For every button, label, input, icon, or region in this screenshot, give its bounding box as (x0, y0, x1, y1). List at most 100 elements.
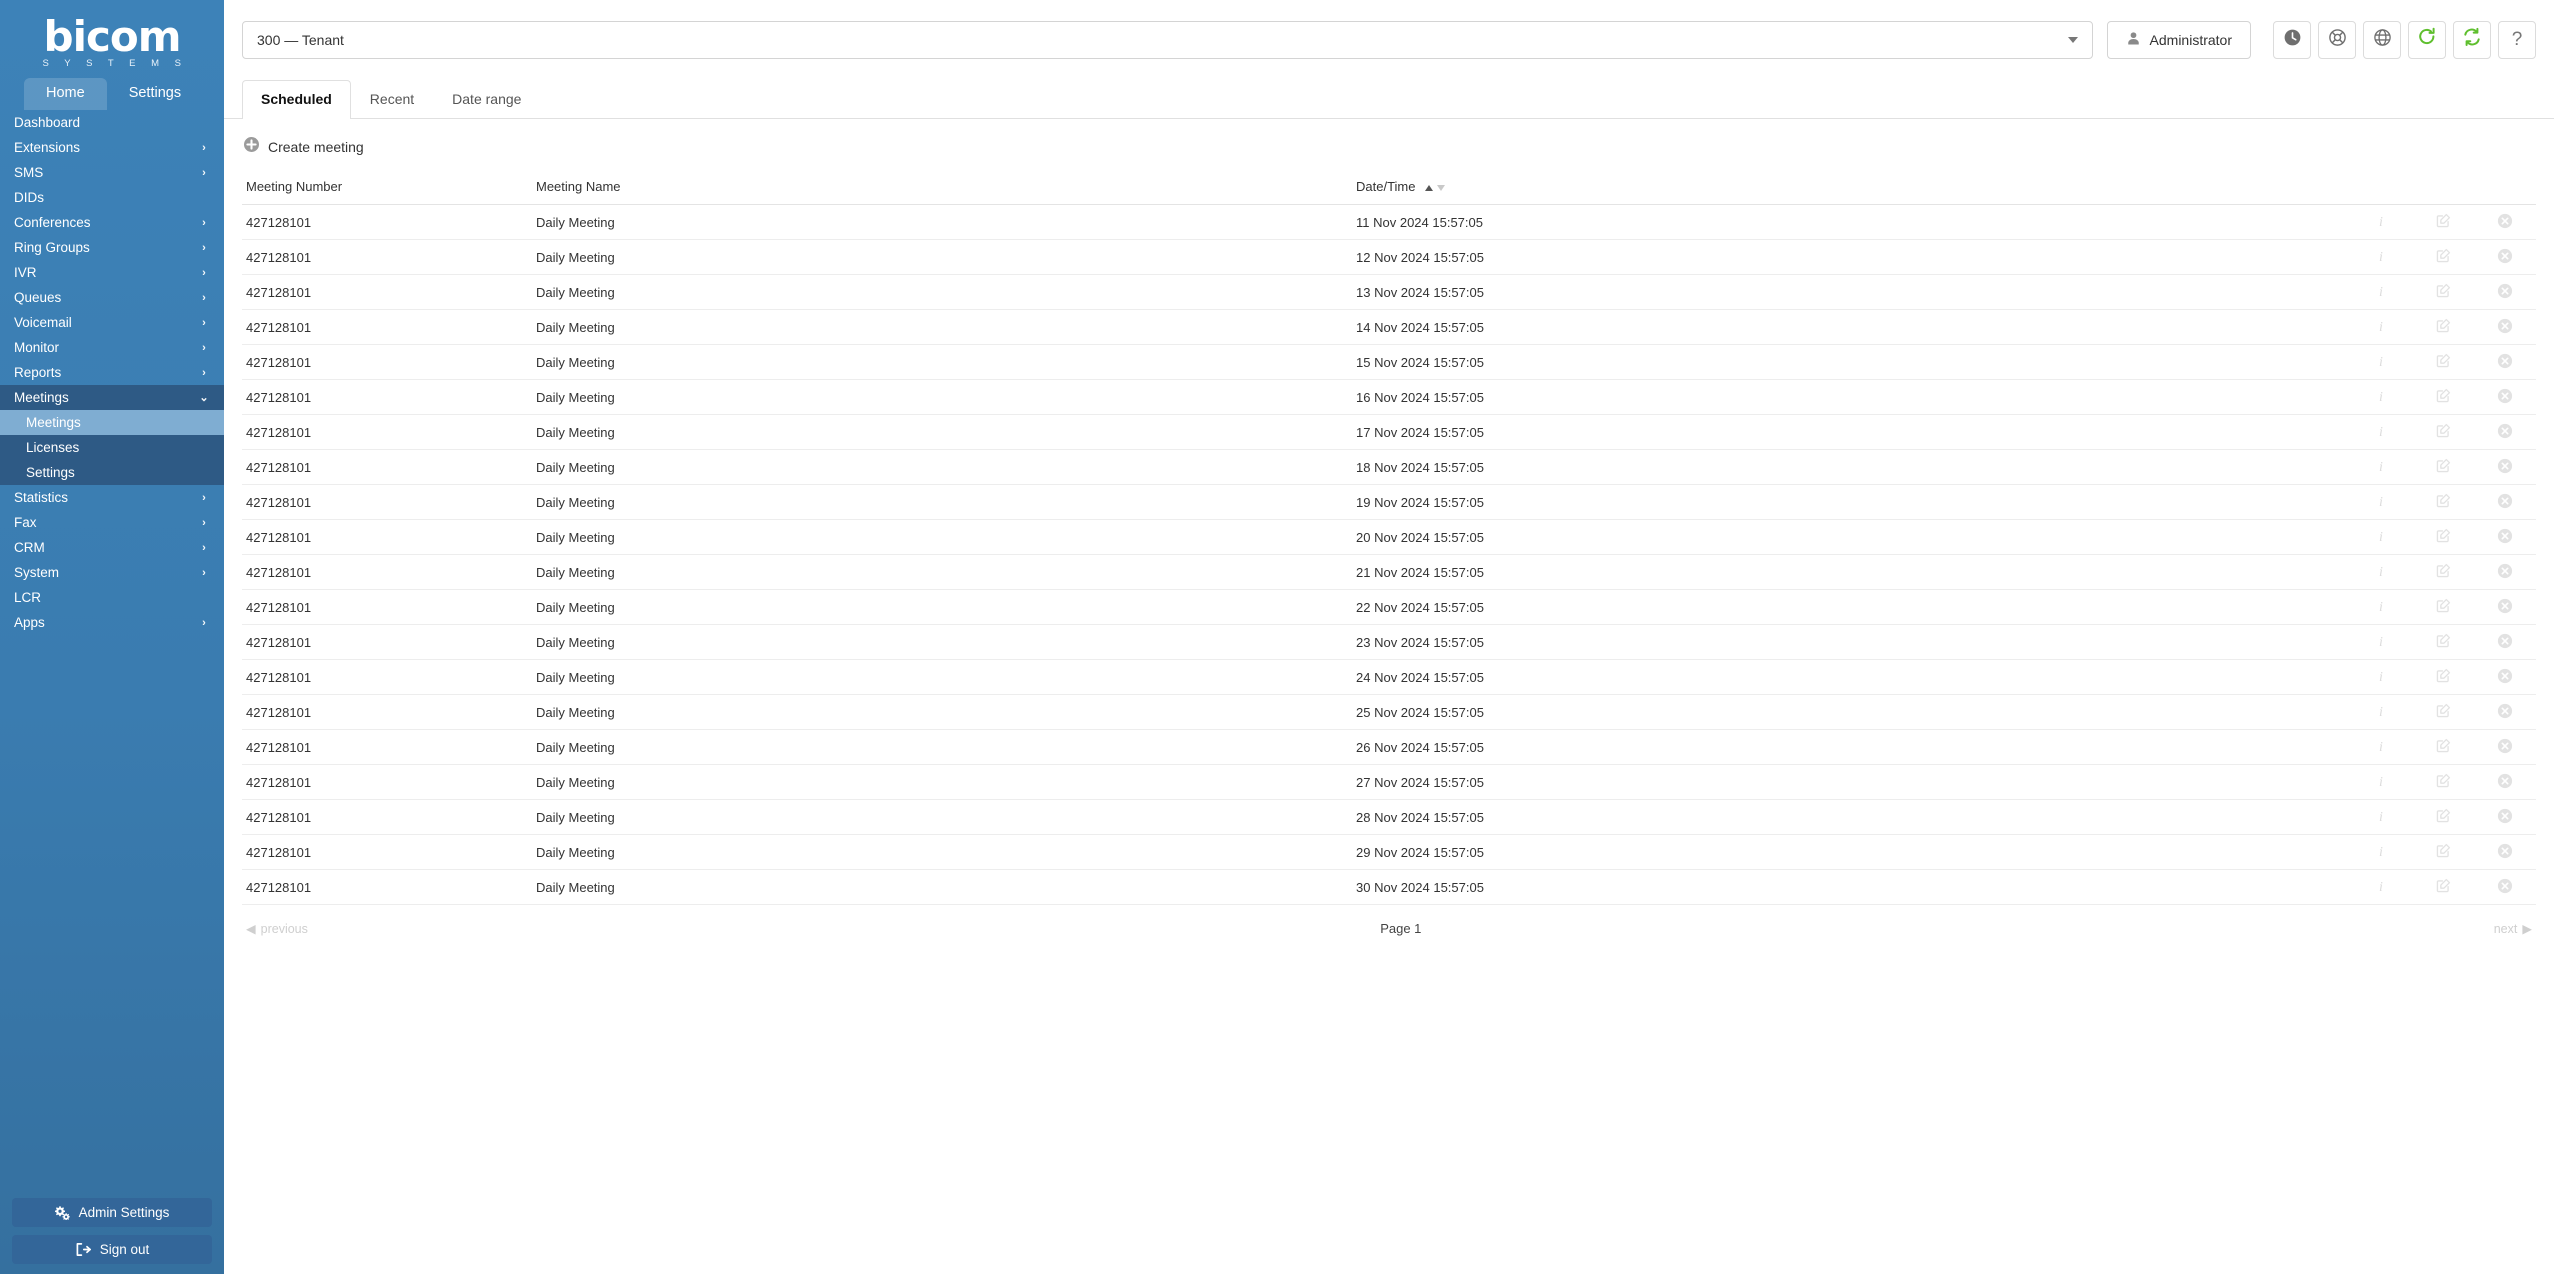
cell-info-action[interactable]: i (2350, 869, 2412, 905)
delete-icon[interactable] (2497, 633, 2513, 649)
cell-info-action[interactable]: i (2350, 239, 2412, 275)
sidebar-item-extensions[interactable]: Extensions › (0, 135, 224, 160)
cell-edit-action[interactable] (2412, 309, 2474, 345)
delete-icon[interactable] (2497, 773, 2513, 789)
edit-icon[interactable] (2436, 388, 2451, 403)
table-row[interactable]: 427128101 Daily Meeting 26 Nov 2024 15:57:… (242, 729, 2536, 765)
edit-icon[interactable] (2436, 738, 2451, 753)
cell-info-action[interactable]: i (2350, 449, 2412, 485)
table-row[interactable]: 427128101 Daily Meeting 17 Nov 2024 15:57:… (242, 414, 2536, 450)
table-row[interactable]: 427128101 Daily Meeting 11 Nov 2024 15:57:… (242, 204, 2536, 240)
sidebar-item-monitor[interactable]: Monitor › (0, 335, 224, 360)
info-icon[interactable]: i (2379, 880, 2383, 896)
delete-icon[interactable] (2497, 528, 2513, 544)
edit-icon[interactable] (2436, 423, 2451, 438)
delete-icon[interactable] (2497, 703, 2513, 719)
info-icon[interactable]: i (2379, 320, 2383, 336)
delete-icon[interactable] (2497, 738, 2513, 754)
tab-recent[interactable]: Recent (351, 80, 433, 119)
info-icon[interactable]: i (2379, 530, 2383, 546)
sort-ascending-icon[interactable] (1425, 184, 1434, 191)
sidebar-item-system[interactable]: System › (0, 560, 224, 585)
delete-icon[interactable] (2497, 458, 2513, 474)
delete-icon[interactable] (2497, 808, 2513, 824)
info-icon[interactable]: i (2379, 845, 2383, 861)
cell-edit-action[interactable] (2412, 589, 2474, 625)
cell-delete-action[interactable] (2474, 484, 2536, 520)
delete-icon[interactable] (2497, 423, 2513, 439)
info-icon[interactable]: i (2379, 215, 2383, 231)
info-icon[interactable]: i (2379, 390, 2383, 406)
delete-icon[interactable] (2497, 283, 2513, 299)
delete-icon[interactable] (2497, 668, 2513, 684)
cell-edit-action[interactable] (2412, 869, 2474, 905)
sidebar-item-reports[interactable]: Reports › (0, 360, 224, 385)
cell-edit-action[interactable] (2412, 694, 2474, 730)
table-row[interactable]: 427128101 Daily Meeting 30 Nov 2024 15:57:… (242, 869, 2536, 905)
info-icon[interactable]: i (2379, 250, 2383, 266)
table-row[interactable]: 427128101 Daily Meeting 19 Nov 2024 15:57:… (242, 484, 2536, 520)
sidebar-item-lcr[interactable]: LCR (0, 585, 224, 610)
cell-delete-action[interactable] (2474, 309, 2536, 345)
cell-info-action[interactable]: i (2350, 834, 2412, 870)
cell-delete-action[interactable] (2474, 344, 2536, 380)
clock-icon-button[interactable] (2273, 20, 2311, 59)
delete-icon[interactable] (2497, 878, 2513, 894)
cell-info-action[interactable]: i (2350, 414, 2412, 450)
delete-icon[interactable] (2497, 493, 2513, 509)
cell-edit-action[interactable] (2412, 659, 2474, 695)
table-row[interactable]: 427128101 Daily Meeting 15 Nov 2024 15:57:… (242, 344, 2536, 380)
edit-icon[interactable] (2436, 563, 2451, 578)
user-menu-button[interactable]: Administrator (2106, 20, 2251, 59)
table-row[interactable]: 427128101 Daily Meeting 23 Nov 2024 15:57:… (242, 624, 2536, 660)
next-page-button[interactable]: next ▶ (2494, 921, 2532, 937)
cell-delete-action[interactable] (2474, 379, 2536, 415)
reload-icon-button[interactable] (2408, 20, 2446, 59)
cell-delete-action[interactable] (2474, 519, 2536, 555)
edit-icon[interactable] (2436, 458, 2451, 473)
brand-logo[interactable]: bicom S Y S T E M S (0, 0, 224, 78)
cell-info-action[interactable]: i (2350, 554, 2412, 590)
edit-icon[interactable] (2436, 353, 2451, 368)
cell-edit-action[interactable] (2412, 379, 2474, 415)
table-row[interactable]: 427128101 Daily Meeting 27 Nov 2024 15:57:… (242, 764, 2536, 800)
delete-icon[interactable] (2497, 353, 2513, 369)
create-meeting-button[interactable]: Create meeting (242, 119, 2536, 173)
cell-delete-action[interactable] (2474, 624, 2536, 660)
table-row[interactable]: 427128101 Daily Meeting 20 Nov 2024 15:57:… (242, 519, 2536, 555)
cell-delete-action[interactable] (2474, 589, 2536, 625)
sync-icon-button[interactable] (2453, 20, 2491, 59)
cell-edit-action[interactable] (2412, 414, 2474, 450)
sidebar-item-apps[interactable]: Apps › (0, 610, 224, 635)
help-icon-button[interactable]: ? (2498, 20, 2536, 59)
edit-icon[interactable] (2436, 318, 2451, 333)
cell-info-action[interactable]: i (2350, 274, 2412, 310)
sidebar-subitem-licenses[interactable]: Licenses (0, 435, 224, 460)
edit-icon[interactable] (2436, 773, 2451, 788)
cell-delete-action[interactable] (2474, 239, 2536, 275)
info-icon[interactable]: i (2379, 600, 2383, 616)
cell-info-action[interactable]: i (2350, 519, 2412, 555)
sidebar-item-queues[interactable]: Queues › (0, 285, 224, 310)
cell-info-action[interactable]: i (2350, 344, 2412, 380)
cell-info-action[interactable]: i (2350, 309, 2412, 345)
info-icon[interactable]: i (2379, 705, 2383, 721)
cell-edit-action[interactable] (2412, 519, 2474, 555)
table-row[interactable]: 427128101 Daily Meeting 18 Nov 2024 15:57:… (242, 449, 2536, 485)
tab-date-range[interactable]: Date range (433, 80, 540, 119)
edit-icon[interactable] (2436, 878, 2451, 893)
sidebar-item-fax[interactable]: Fax › (0, 510, 224, 535)
cell-edit-action[interactable] (2412, 274, 2474, 310)
cell-info-action[interactable]: i (2350, 379, 2412, 415)
sidebar-subitem-meetings[interactable]: Meetings (0, 410, 224, 435)
delete-icon[interactable] (2497, 248, 2513, 264)
cell-edit-action[interactable] (2412, 449, 2474, 485)
sort-descending-icon[interactable] (1437, 184, 1446, 191)
cell-edit-action[interactable] (2412, 764, 2474, 800)
edit-icon[interactable] (2436, 493, 2451, 508)
cell-edit-action[interactable] (2412, 484, 2474, 520)
delete-icon[interactable] (2497, 318, 2513, 334)
cell-delete-action[interactable] (2474, 554, 2536, 590)
sidebar-item-dashboard[interactable]: Dashboard (0, 110, 224, 135)
tab-scheduled[interactable]: Scheduled (242, 80, 351, 119)
